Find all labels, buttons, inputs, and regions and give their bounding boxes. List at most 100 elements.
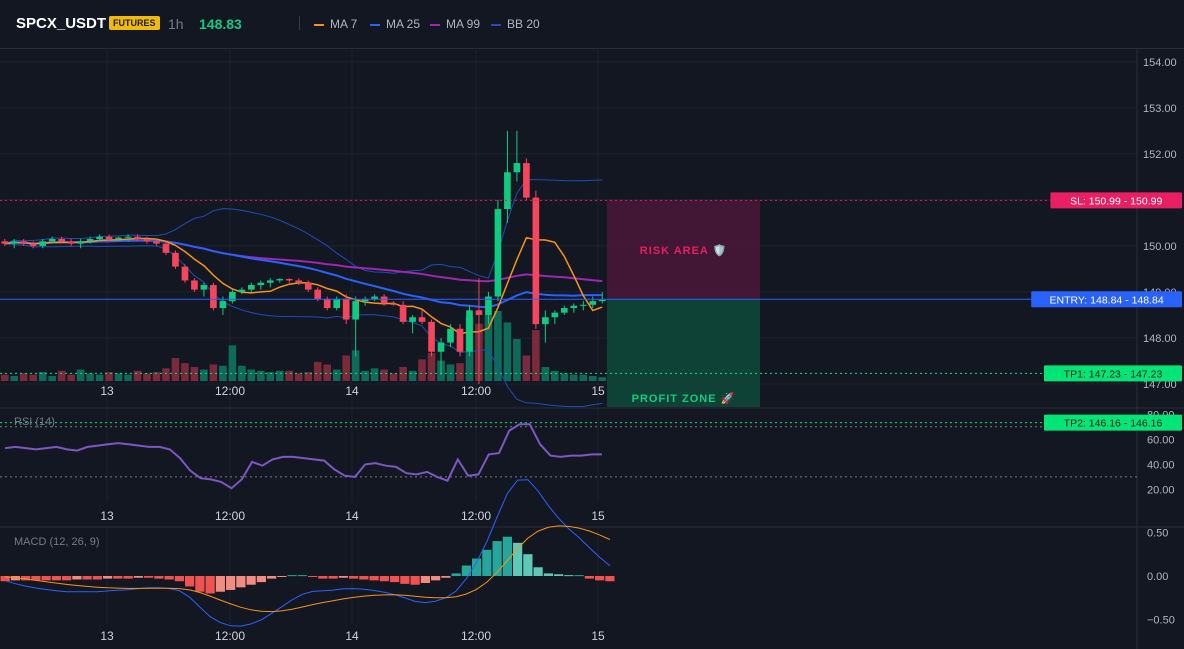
volume-bar bbox=[380, 369, 388, 381]
candle-body bbox=[437, 342, 445, 352]
macd-histogram-bar bbox=[133, 576, 143, 578]
macd-pane: MACD (12, 26, 9) 0.50 0.00 −0.50 bbox=[0, 479, 1175, 627]
time-axis-label: 12:00 bbox=[461, 509, 491, 523]
candle-body bbox=[523, 163, 530, 198]
bb-upper-line bbox=[4, 179, 603, 279]
candle-body bbox=[570, 305, 578, 309]
candle-body bbox=[475, 310, 483, 315]
time-axis-label: 13 bbox=[100, 629, 114, 643]
moving-averages bbox=[4, 236, 603, 335]
macd-histogram-bar bbox=[420, 576, 430, 583]
time-axis-label: 12:00 bbox=[215, 509, 245, 523]
candle-body bbox=[399, 304, 407, 322]
bollinger-bands bbox=[4, 179, 603, 407]
candle-body bbox=[124, 236, 132, 238]
volume-bar bbox=[294, 373, 303, 381]
macd-histogram-bar bbox=[574, 575, 584, 577]
trading-chart[interactable]: RISK AREA 🛡️PROFIT ZONE 🚀 RSI (14)80.006… bbox=[0, 0, 1184, 649]
candle-body bbox=[257, 282, 265, 286]
volume-bar bbox=[114, 373, 123, 381]
price-axis-label: 148.00 bbox=[1143, 333, 1177, 345]
macd-histogram-bar bbox=[185, 576, 195, 587]
macd-histogram-bar bbox=[349, 576, 359, 579]
macd-histogram-bar bbox=[390, 576, 400, 583]
macd-histogram-bar bbox=[410, 576, 420, 585]
candle-body bbox=[428, 321, 435, 352]
macd-histogram-bar bbox=[318, 576, 328, 579]
volume-bar bbox=[57, 370, 66, 381]
macd-histogram-bar bbox=[543, 573, 553, 576]
candle-body bbox=[172, 252, 179, 267]
macd-histogram-bar bbox=[287, 575, 297, 577]
time-axis-label: 14 bbox=[345, 509, 359, 523]
volume-bar bbox=[446, 364, 455, 381]
candle-body bbox=[409, 317, 416, 322]
volume-bar bbox=[124, 374, 132, 381]
candle-body bbox=[494, 209, 502, 297]
macd-histogram-bar bbox=[564, 575, 574, 577]
rsi-axis-label: 20.00 bbox=[1147, 484, 1175, 496]
time-axis-label: 14 bbox=[345, 629, 359, 643]
volume-bar bbox=[513, 339, 521, 381]
macd-histogram-bar bbox=[226, 576, 236, 590]
candle-body bbox=[561, 308, 568, 313]
candle-body bbox=[342, 298, 350, 320]
volume-bar bbox=[29, 374, 37, 381]
volume-bar bbox=[48, 375, 56, 381]
macd-histogram-bar bbox=[584, 576, 594, 579]
candle-body bbox=[579, 304, 587, 306]
candle-body bbox=[352, 301, 359, 320]
volume-bar bbox=[389, 373, 398, 381]
candle-body bbox=[86, 239, 94, 242]
time-axis-label: 14 bbox=[345, 384, 359, 398]
level-tag-text: SL: 150.99 - 150.99 bbox=[1070, 195, 1162, 207]
macd-histogram-bar bbox=[154, 576, 164, 579]
price-axis-label: 153.00 bbox=[1143, 103, 1177, 115]
candle-body bbox=[447, 328, 454, 343]
candle-body bbox=[285, 279, 293, 281]
volume-bar bbox=[200, 369, 208, 381]
candle-body bbox=[276, 279, 284, 281]
time-axis-label: 15 bbox=[591, 509, 605, 523]
volume-bar bbox=[588, 375, 597, 381]
price-axis-label: 152.00 bbox=[1143, 149, 1177, 161]
macd-histogram-bar bbox=[308, 576, 318, 577]
volume-bar bbox=[10, 375, 19, 381]
macd-histogram-bar bbox=[338, 576, 348, 578]
volume-bar bbox=[541, 367, 550, 381]
candle-body bbox=[20, 241, 28, 244]
price-levels bbox=[0, 199, 1137, 424]
volume-bar bbox=[456, 363, 464, 381]
volume-bar bbox=[503, 322, 512, 381]
candle-body bbox=[67, 241, 75, 244]
volume-bar bbox=[399, 367, 407, 381]
candle-body bbox=[418, 317, 426, 322]
candle-body bbox=[542, 317, 549, 325]
volume-bar bbox=[181, 363, 189, 381]
grid-lines bbox=[0, 48, 1184, 649]
candle-body bbox=[532, 197, 540, 325]
candle-body bbox=[162, 243, 170, 253]
volume-bar bbox=[313, 361, 322, 381]
macd-histogram-bar bbox=[482, 549, 492, 576]
volume-bar bbox=[247, 369, 256, 381]
volume-bar bbox=[133, 370, 142, 381]
macd-histogram-bar bbox=[451, 573, 461, 576]
volume-bar bbox=[494, 311, 502, 381]
volume-bar bbox=[361, 370, 369, 381]
candle-body bbox=[1, 241, 9, 244]
macd-axis-label: 0.00 bbox=[1147, 571, 1168, 583]
level-tag-text: TP1: 147.23 - 147.23 bbox=[1064, 368, 1163, 380]
macd-label: MACD (12, 26, 9) bbox=[14, 536, 100, 548]
volume-bar bbox=[484, 314, 493, 381]
candle-body bbox=[380, 296, 388, 304]
macd-histogram-bar bbox=[205, 576, 215, 594]
macd-histogram-bar bbox=[533, 567, 543, 576]
level-labels: SL: 150.99 - 150.99 ENTRY: 148.84 - 148.8… bbox=[1031, 192, 1182, 431]
volume-bar bbox=[560, 373, 569, 381]
candle-body bbox=[238, 289, 246, 292]
volume-bar bbox=[19, 373, 28, 381]
price-axis-label: 150.00 bbox=[1143, 241, 1177, 253]
candle-body bbox=[266, 280, 274, 283]
rsi-line bbox=[4, 423, 602, 490]
